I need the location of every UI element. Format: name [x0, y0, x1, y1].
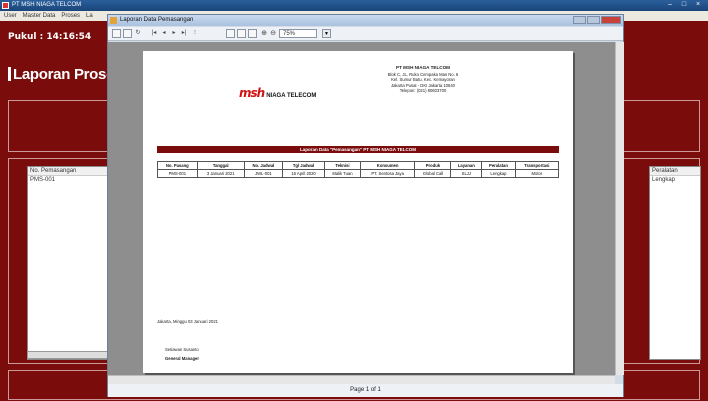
grid-hscrollbar[interactable]	[27, 351, 109, 359]
logo-text: NIAGA TELECOM	[266, 93, 317, 99]
column-header: Tgl Jadwal	[281, 161, 326, 170]
close-icon[interactable]	[601, 16, 621, 24]
data-grid-right[interactable]: Peralatan Lengkap	[649, 166, 701, 360]
report-icon	[110, 17, 117, 24]
print-icon[interactable]	[123, 29, 132, 38]
zoom-in-icon[interactable]: ⊕	[260, 29, 268, 38]
table-cell: Motor	[514, 169, 560, 178]
column-header: Teknisi	[324, 161, 361, 170]
single-page-icon[interactable]	[226, 29, 235, 38]
column-header: No. Pasang	[157, 161, 198, 170]
dialog-title: Laporan Data Pemasangan	[120, 17, 194, 23]
logo-mark: msh	[239, 86, 265, 100]
data-grid-left[interactable]: No. Pemasangan PMS-001	[27, 166, 109, 360]
address-line: Telepon: (021) 80603700	[399, 88, 447, 93]
close-icon[interactable]: ×	[692, 0, 704, 10]
app-icon	[2, 2, 9, 9]
save-icon[interactable]	[112, 29, 121, 38]
table-row[interactable]: PMS-001	[28, 176, 108, 185]
column-header: Konsumen	[359, 161, 416, 170]
signer-title: General Manager	[165, 356, 199, 361]
table-cell: 16 April 2020	[281, 169, 326, 178]
chevron-down-icon[interactable]: ▼	[322, 29, 331, 38]
table-row: PMS-001 3 Januari 2021 JWL-001 16 April …	[157, 169, 560, 178]
dialog-title-bar: Laporan Data Pemasangan	[108, 15, 623, 26]
sign-date: Jakarta, Minggu 03 Januari 2021	[157, 319, 218, 324]
maximize-icon[interactable]	[587, 16, 601, 24]
table-cell: PT. Sentosa Jaya	[359, 169, 416, 178]
table-row[interactable]: Lengkap	[650, 176, 700, 185]
multi-page-icon[interactable]	[248, 29, 257, 38]
clock-label: Pukul :	[8, 32, 44, 42]
signer-name: Setiawan Susanto	[165, 347, 199, 352]
table-cell: Malik Tuan	[324, 169, 361, 178]
report-dialog: Laporan Data Pemasangan ↻ |◂ ◂ ▸ ▸| ⁝ ⊕ …	[107, 14, 624, 397]
table-cell: Lengkap	[481, 169, 516, 178]
menu-user[interactable]: User	[4, 13, 17, 19]
zoom-out-icon[interactable]: ⊖	[269, 29, 277, 38]
zoom-select[interactable]: 75%	[279, 29, 317, 38]
company-name: PT MSH NIAGA TELCOM	[396, 65, 450, 70]
separator: ⁝	[194, 30, 196, 36]
report-page: msh NIAGA TELECOM PT MSH NIAGA TELCOM Blo…	[143, 51, 573, 373]
page-title: Laporan Prose	[8, 66, 114, 83]
company-logo: msh NIAGA TELECOM	[239, 84, 316, 102]
minimize-icon[interactable]	[573, 16, 587, 24]
table-header-row: No. Pasang Tanggal No. Jadwal Tgl Jadwal…	[157, 161, 560, 170]
refresh-icon[interactable]: ↻	[134, 29, 142, 38]
report-toolbar: ↻ |◂ ◂ ▸ ▸| ⁝ ⊕ ⊖ 75% ▼	[108, 27, 623, 41]
column-header: Transportasi	[514, 161, 560, 170]
app-title: PT MSH NIAGA TELCOM	[12, 2, 82, 8]
status-bar: Page 1 of 1	[108, 384, 623, 397]
page-indicator: Page 1 of 1	[350, 387, 381, 393]
clock: Pukul : 14:16:54	[8, 32, 91, 42]
report-viewport: msh NIAGA TELECOM PT MSH NIAGA TELCOM Blo…	[108, 42, 615, 375]
table-cell: SLJJ	[450, 169, 483, 178]
grid-header[interactable]: No. Pemasangan	[28, 167, 108, 176]
report-banner: Laporan Data "Pemasangan" PT MSH NIAGA T…	[157, 146, 559, 153]
table-cell: PMS-001	[157, 169, 198, 178]
company-header: PT MSH NIAGA TELCOM Blok C, JL. Ruko Cem…	[343, 65, 503, 94]
two-page-icon[interactable]	[237, 29, 246, 38]
next-page-icon[interactable]: ▸	[170, 29, 178, 38]
vertical-scrollbar[interactable]	[615, 42, 624, 375]
last-page-icon[interactable]: ▸|	[180, 29, 188, 38]
menu-laporan[interactable]: La	[86, 13, 93, 19]
title-accent	[8, 67, 11, 81]
app-title-bar: PT MSH NIAGA TELCOM	[0, 0, 708, 11]
table-cell: JWL-001	[243, 169, 283, 178]
grid-header[interactable]: Peralatan	[650, 167, 700, 176]
horizontal-scrollbar[interactable]	[108, 375, 615, 384]
menu-proses[interactable]: Proses	[61, 13, 80, 19]
column-header: Produk	[414, 161, 452, 170]
report-table: No. Pasang Tanggal No. Jadwal Tgl Jadwal…	[157, 161, 560, 178]
column-header: Peralatan	[481, 161, 516, 170]
menu-master-data[interactable]: Master Data	[23, 13, 56, 19]
column-header: No. Jadwal	[243, 161, 283, 170]
page-title-text: Laporan Prose	[13, 66, 115, 83]
maximize-icon[interactable]: □	[678, 0, 690, 10]
clock-value: 14:16:54	[46, 32, 92, 42]
column-header: Layanan	[450, 161, 483, 170]
dialog-controls	[573, 16, 621, 24]
table-cell: 3 Januari 2021	[196, 169, 245, 178]
column-header: Tanggal	[196, 161, 245, 170]
minimize-icon[interactable]: –	[664, 0, 676, 10]
first-page-icon[interactable]: |◂	[150, 29, 158, 38]
prev-page-icon[interactable]: ◂	[160, 29, 168, 38]
table-cell: Global Call	[414, 169, 452, 178]
